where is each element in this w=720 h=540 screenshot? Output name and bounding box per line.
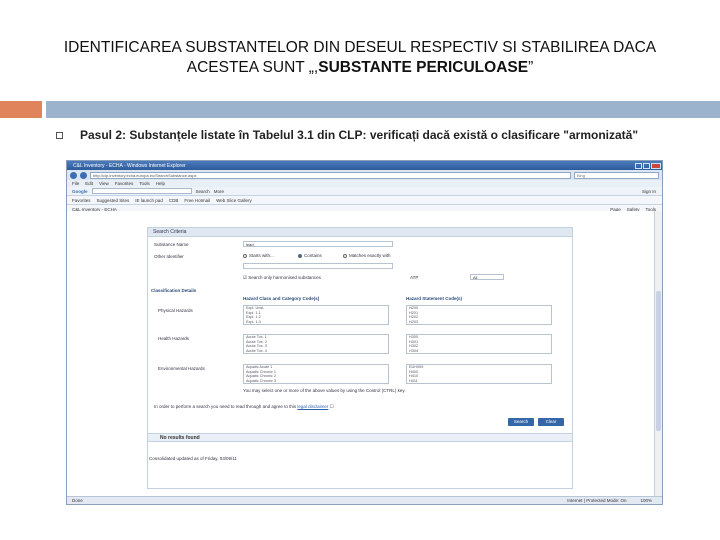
harmonised-checkbox[interactable]: ☑ Search only harmonised substances bbox=[243, 275, 321, 281]
env-class-list[interactable]: Aquatic Acute 1 Aquatic Chronic 1 Aquatic … bbox=[243, 364, 389, 384]
status-bar: Done Internet | Protected Mode: On 100% bbox=[67, 496, 662, 504]
menu-help[interactable]: Help bbox=[156, 181, 165, 186]
title-line-2-prefix: ACESTEA SUNT „, bbox=[186, 59, 319, 76]
google-search-input[interactable] bbox=[91, 188, 192, 194]
bullet-icon bbox=[56, 132, 63, 139]
browser-search-input[interactable]: Bing bbox=[574, 171, 659, 179]
substance-name-input[interactable]: lead bbox=[243, 241, 393, 247]
search-button[interactable]: Search bbox=[508, 418, 534, 426]
radio-starts-with[interactable]: Starts with... bbox=[243, 253, 274, 258]
health-hazards-label: Health Hazards bbox=[158, 336, 190, 341]
health-class-list[interactable]: Acute Tox. 1 Acute Tox. 2 Acute Tox. 3 Acut… bbox=[243, 334, 389, 354]
fav-ie-launch-pad[interactable]: IE launch pad bbox=[135, 198, 163, 203]
physical-class-list[interactable]: Expl. Unst. Expl. 1.1 Expl. 1.2 Expl. 1.3 bbox=[243, 305, 389, 325]
atp-label: ATP bbox=[410, 275, 419, 280]
menu-tools[interactable]: Tools bbox=[139, 181, 150, 186]
back-icon[interactable] bbox=[70, 171, 77, 179]
address-row: http://clp-inventory.echa.europa.eu/Sear… bbox=[67, 170, 662, 180]
other-identifier-input[interactable] bbox=[243, 263, 393, 269]
health-statement-list[interactable]: H300 H301 H302 H304 bbox=[406, 334, 552, 354]
fav-cdb[interactable]: CDB bbox=[169, 198, 179, 203]
google-search-button[interactable]: Search bbox=[196, 189, 210, 194]
search-criteria-panel: Search Criteria Substance Name lead Othe… bbox=[147, 227, 573, 489]
security-zone: Internet | Protected Mode: On bbox=[567, 498, 627, 503]
google-sign-in[interactable]: Sign In bbox=[642, 189, 656, 194]
address-bar[interactable]: http://clp-inventory.echa.europa.eu/Sear… bbox=[90, 171, 571, 179]
no-results-text: No results found bbox=[160, 435, 200, 441]
title-line-1: IDENTIFICAREA SUBSTANTELOR DIN DESEUL RE… bbox=[63, 39, 657, 56]
title-line-2: ACESTEA SUNT „,SUBSTANTE PERICULOASE” bbox=[20, 58, 700, 78]
physical-statement-list[interactable]: H200 H201 H202 H203 bbox=[406, 305, 552, 325]
radio-matches-exactly[interactable]: Matches exactly with bbox=[343, 253, 391, 258]
minimize-button[interactable] bbox=[635, 162, 642, 169]
other-identifier-label: Other Identifier bbox=[154, 254, 184, 259]
classification-header: Classification Details bbox=[151, 288, 197, 293]
blue-accent-bar bbox=[46, 101, 720, 118]
no-results-banner: No results found bbox=[147, 433, 573, 442]
google-toolbar: Google Search More Sign In bbox=[67, 187, 662, 196]
window-title: C&L Inventory - ECHA - Windows Internet … bbox=[73, 162, 186, 169]
env-statement-list[interactable]: EUH059 H400 H410 H411 bbox=[406, 364, 552, 384]
orange-accent-bar bbox=[0, 101, 42, 118]
menu-view[interactable]: View bbox=[99, 181, 109, 186]
browser-titlebar: C&L Inventory - ECHA - Windows Internet … bbox=[67, 161, 662, 170]
page-scrollbar[interactable] bbox=[654, 211, 662, 496]
menu-edit[interactable]: Edit bbox=[85, 181, 93, 186]
forward-icon[interactable] bbox=[80, 171, 87, 179]
favorites-bar: Favorites Suggested Sites IE launch pad … bbox=[67, 196, 662, 205]
step-text: Pasul 2: Substanțele listate în Tabelul … bbox=[80, 128, 639, 142]
maximize-button[interactable] bbox=[643, 162, 650, 169]
selection-hint: You may select one or more of the above … bbox=[243, 388, 406, 393]
legal-disclaimer-link[interactable]: legal disclaimer bbox=[297, 404, 328, 409]
google-label: Google bbox=[72, 188, 88, 194]
status-text: Done bbox=[72, 498, 83, 503]
menu-file[interactable]: File bbox=[72, 181, 79, 186]
footer-note: Consolidated updated as of Friday, 03/09… bbox=[149, 456, 237, 461]
favorites-button[interactable]: Favorites bbox=[72, 198, 91, 203]
title-line-2-suffix: ” bbox=[528, 59, 534, 76]
fav-web-slice-gallery[interactable]: Web Slice Gallery bbox=[216, 198, 252, 203]
close-button[interactable] bbox=[651, 162, 661, 169]
slide-title: IDENTIFICAREA SUBSTANTELOR DIN DESEUL RE… bbox=[20, 38, 700, 78]
substance-name-label: Substance Name bbox=[154, 242, 189, 247]
fav-free-hotmail[interactable]: Free Hotmail bbox=[184, 198, 210, 203]
title-line-2-bold: SUBSTANTE PERICULOASE bbox=[318, 59, 529, 76]
scrollbar-thumb[interactable] bbox=[656, 291, 661, 431]
menu-bar: File Edit View Favorites Tools Help bbox=[67, 180, 662, 187]
page-content: Search Criteria Substance Name lead Othe… bbox=[67, 211, 662, 496]
panel-header: Search Criteria bbox=[148, 228, 572, 237]
radio-contains[interactable]: Contains bbox=[298, 253, 322, 258]
physical-hazards-label: Physical Hazards bbox=[158, 308, 193, 313]
atp-select[interactable]: All bbox=[470, 274, 504, 280]
legal-text: In order to perform a search you need to… bbox=[154, 404, 334, 409]
zoom-level[interactable]: 100% bbox=[640, 497, 652, 504]
slide: IDENTIFICAREA SUBSTANTELOR DIN DESEUL RE… bbox=[0, 0, 720, 540]
clear-button[interactable]: Clear bbox=[538, 418, 564, 426]
menu-favorites[interactable]: Favorites bbox=[115, 181, 134, 186]
hazard-class-header: Hazard Class and Category Code(s) bbox=[243, 296, 320, 301]
environmental-hazards-label: Environmental Hazards bbox=[158, 366, 205, 371]
browser-screenshot: C&L Inventory - ECHA - Windows Internet … bbox=[66, 160, 663, 505]
hazard-statement-header: Hazard Statement Code(s) bbox=[406, 296, 463, 301]
google-more-button[interactable]: More bbox=[214, 189, 224, 194]
fav-suggested-sites[interactable]: Suggested Sites bbox=[97, 198, 130, 203]
